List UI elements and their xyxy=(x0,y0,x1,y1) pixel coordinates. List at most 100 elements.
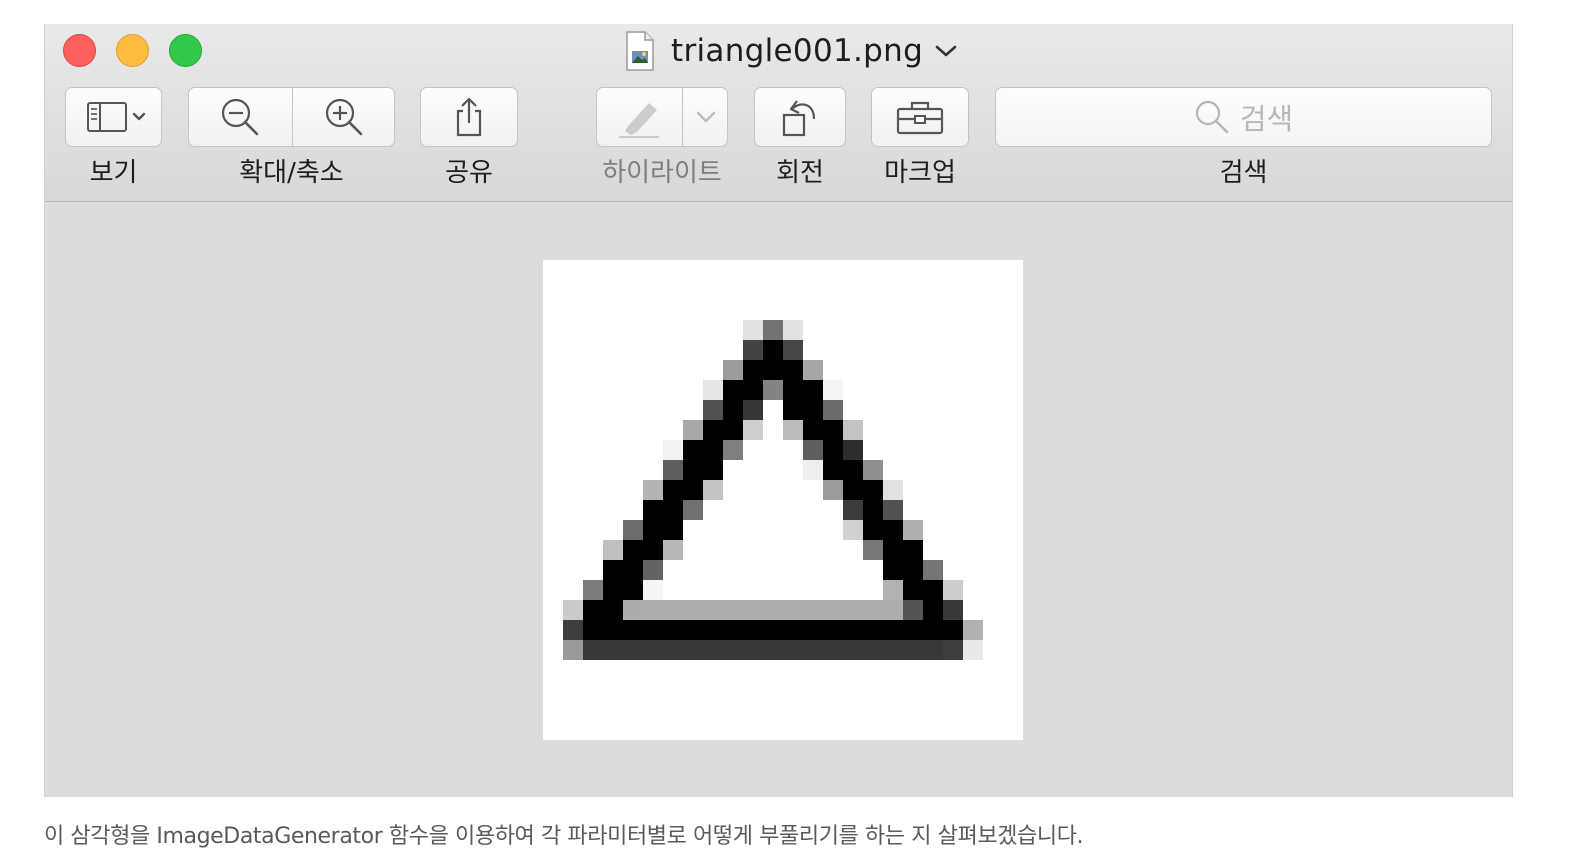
triangle-pixel xyxy=(643,520,663,540)
rotate-button[interactable] xyxy=(754,87,846,147)
triangle-pixel xyxy=(843,520,863,540)
triangle-pixel xyxy=(843,480,863,500)
chevron-down-icon xyxy=(696,111,715,123)
triangle-pixel xyxy=(603,580,623,600)
triangle-pixel xyxy=(843,500,863,520)
triangle-pixel xyxy=(683,600,703,620)
triangle-pixel xyxy=(803,600,823,620)
triangle-pixel xyxy=(883,480,903,500)
triangle-pixel xyxy=(663,540,683,560)
triangle-pixel xyxy=(963,640,983,660)
triangle-pixel xyxy=(963,620,983,640)
triangle-pixel xyxy=(803,440,823,460)
share-icon xyxy=(456,97,482,137)
triangle-pixel xyxy=(823,440,843,460)
view-button[interactable] xyxy=(65,87,162,147)
triangle-pixel xyxy=(843,460,863,480)
triangle-pixel xyxy=(783,640,803,660)
triangle-pixel xyxy=(823,460,843,480)
triangle-pixel xyxy=(623,540,643,560)
triangle-pixel xyxy=(623,640,643,660)
zoom-in-icon xyxy=(325,98,363,136)
highlight-button[interactable] xyxy=(596,87,682,147)
search-input[interactable]: 검색 xyxy=(995,87,1492,147)
chevron-down-icon[interactable] xyxy=(935,44,957,58)
triangle-pixel xyxy=(643,500,663,520)
rotate-left-icon xyxy=(782,100,816,137)
triangle-pixel xyxy=(663,520,683,540)
highlight-menu-button[interactable] xyxy=(683,87,728,147)
triangle-pixel xyxy=(663,620,683,640)
window-title[interactable]: triangle001.png xyxy=(625,28,957,74)
triangle-pixel xyxy=(903,560,923,580)
triangle-pixel xyxy=(823,600,843,620)
triangle-pixel xyxy=(703,380,723,400)
triangle-pixel xyxy=(683,500,703,520)
triangle-pixel xyxy=(683,640,703,660)
caption-text: 이 삼각형을 ImageDataGenerator 함수을 이용하여 각 파라미… xyxy=(44,824,1084,849)
triangle-pixel xyxy=(703,620,723,640)
triangle-pixel xyxy=(783,420,803,440)
minimize-window-button[interactable] xyxy=(116,34,149,67)
close-window-button[interactable] xyxy=(63,34,96,67)
triangle-pixel xyxy=(943,620,963,640)
triangle-pixel xyxy=(883,560,903,580)
triangle-pixel xyxy=(643,600,663,620)
preview-window: triangle001.png 보기 확대/축소 공유 하이라이트 회전 마크업… xyxy=(44,24,1513,797)
triangle-pixel xyxy=(823,620,843,640)
triangle-pixel xyxy=(623,520,643,540)
triangle-pixel xyxy=(883,640,903,660)
triangle-pixel xyxy=(783,400,803,420)
triangle-pixel xyxy=(783,620,803,640)
triangle-pixel xyxy=(663,460,683,480)
triangle-pixel xyxy=(803,640,823,660)
highlight-label: 하이라이트 xyxy=(602,158,722,188)
triangle-pixel xyxy=(763,640,783,660)
triangle-pixel xyxy=(703,440,723,460)
triangle-pixel xyxy=(643,480,663,500)
zoom-out-icon xyxy=(221,98,259,136)
triangle-pixel xyxy=(923,580,943,600)
triangle-pixel xyxy=(863,480,883,500)
triangle-pixel xyxy=(843,440,863,460)
triangle-pixel xyxy=(623,580,643,600)
triangle-pixel xyxy=(763,320,783,340)
markup-label: 마크업 xyxy=(884,158,956,188)
triangle-pixel xyxy=(883,520,903,540)
triangle-pixel xyxy=(603,540,623,560)
triangle-pixel xyxy=(803,460,823,480)
toolbar-area: triangle001.png 보기 확대/축소 공유 하이라이트 회전 마크업… xyxy=(45,24,1512,202)
zoom-window-button[interactable] xyxy=(169,34,202,67)
triangle-pixel xyxy=(783,320,803,340)
triangle-pixel xyxy=(623,560,643,580)
triangle-pixel xyxy=(943,600,963,620)
triangle-pixel xyxy=(603,640,623,660)
triangle-pixel xyxy=(763,600,783,620)
triangle-pixel xyxy=(843,640,863,660)
markup-button[interactable] xyxy=(871,87,969,147)
triangle-pixel xyxy=(923,640,943,660)
triangle-pixel xyxy=(903,620,923,640)
zoom-in-button[interactable] xyxy=(293,87,395,147)
triangle-pixel xyxy=(643,640,663,660)
triangle-pixel xyxy=(903,640,923,660)
triangle-pixel xyxy=(703,460,723,480)
toolbox-icon xyxy=(896,101,944,135)
share-button[interactable] xyxy=(420,87,518,147)
triangle-pixel xyxy=(903,580,923,600)
triangle-pixel xyxy=(743,360,763,380)
triangle-pixel xyxy=(883,500,903,520)
triangle-pixel xyxy=(803,420,823,440)
zoom-out-button[interactable] xyxy=(188,87,292,147)
triangle-pixel xyxy=(603,600,623,620)
triangle-pixel xyxy=(863,540,883,560)
triangle-pixel xyxy=(703,480,723,500)
triangle-pixel xyxy=(563,640,583,660)
triangle-pixel xyxy=(943,580,963,600)
triangle-pixel xyxy=(743,620,763,640)
triangle-pixel xyxy=(803,360,823,380)
triangle-pixel xyxy=(563,600,583,620)
triangle-pixel xyxy=(723,360,743,380)
triangle-pixel xyxy=(663,480,683,500)
triangle-pixel xyxy=(663,440,683,460)
